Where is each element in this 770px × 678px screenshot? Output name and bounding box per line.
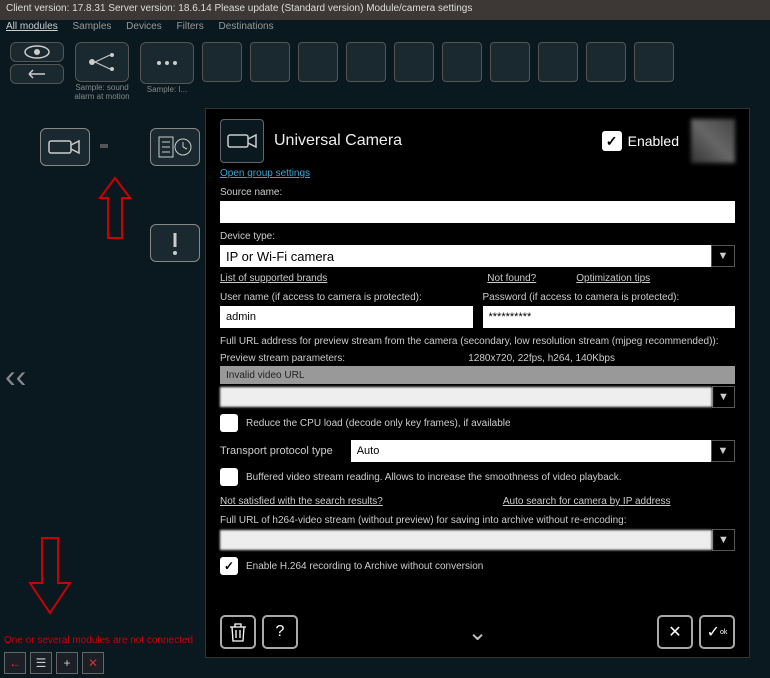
tool-btn-3[interactable]	[202, 42, 242, 82]
chevron-left-icon[interactable]: ‹‹	[5, 358, 26, 395]
menu-devices[interactable]: Devices	[126, 21, 162, 32]
preview-url-input[interactable]	[220, 387, 712, 407]
dialog-camera-icon	[220, 119, 264, 163]
cancel-button[interactable]: ✕	[657, 615, 693, 649]
preview-url-dropdown-icon[interactable]: ▼	[712, 386, 735, 408]
bottom-toolbar: ← ☰ + ✕	[4, 652, 104, 674]
tool-btn-11[interactable]	[586, 42, 626, 82]
menu-samples[interactable]: Samples	[72, 21, 111, 32]
device-type-label: Device type:	[220, 231, 735, 242]
dots-icon[interactable]	[140, 42, 194, 84]
tool-btn-7[interactable]	[394, 42, 434, 82]
not-found-link[interactable]: Not found?	[487, 273, 536, 284]
preview-params-value: 1280x720, 22fps, h264, 140Kbps	[468, 353, 615, 364]
menu-bar: All modules Samples Devices Filters Dest…	[0, 20, 770, 36]
menu-all-modules[interactable]: All modules	[6, 21, 58, 32]
tool-btn-9[interactable]	[490, 42, 530, 82]
device-type-dropdown-icon[interactable]: ▼	[711, 245, 735, 267]
tool-btn-4[interactable]	[250, 42, 290, 82]
password-label: Password (if access to camera is protect…	[483, 292, 736, 303]
source-name-label: Source name:	[220, 187, 735, 198]
enable-h264-label: Enable H.264 recording to Archive withou…	[246, 561, 483, 572]
toolbar: Sample: sound alarm at motion Sample: I.…	[0, 36, 770, 108]
tool-btn-6[interactable]	[346, 42, 386, 82]
connector	[100, 144, 108, 148]
arrow-up-annotation	[90, 168, 140, 248]
tool-label-2: Sample: I...	[147, 86, 187, 95]
auto-search-link[interactable]: Auto search for camera by IP address	[503, 496, 671, 507]
dialog-title: Universal Camera	[274, 132, 602, 150]
title-bar: Client version: 17.8.31 Server version: …	[0, 0, 770, 20]
h264-url-input[interactable]	[220, 530, 712, 550]
arrow-down-annotation	[20, 528, 80, 618]
enabled-checkbox[interactable]: ✓	[602, 131, 622, 151]
tool-btn-5[interactable]	[298, 42, 338, 82]
menu-destinations[interactable]: Destinations	[219, 21, 274, 32]
tool-btn-10[interactable]	[538, 42, 578, 82]
username-label: User name (if access to camera is protec…	[220, 292, 473, 303]
preview-thumbnail	[691, 119, 735, 163]
full-url-label: Full URL address for preview stream from…	[220, 336, 735, 347]
device-type-select[interactable]	[220, 245, 711, 267]
preview-params-label: Preview stream parameters:	[220, 353, 345, 364]
open-group-link[interactable]: Open group settings	[220, 168, 310, 179]
tool-btn-12[interactable]	[634, 42, 674, 82]
camera-icon[interactable]	[40, 128, 90, 166]
clock-checklist-icon[interactable]	[150, 128, 200, 166]
username-input[interactable]	[220, 306, 473, 328]
transport-select[interactable]	[351, 440, 711, 462]
delete-button[interactable]: ✕	[82, 652, 104, 674]
back-button[interactable]: ←	[4, 652, 26, 674]
ok-button[interactable]: ✓ok	[699, 615, 735, 649]
add-button[interactable]: +	[56, 652, 78, 674]
list-brands-link[interactable]: List of supported brands	[220, 273, 327, 284]
optimization-tips-link[interactable]: Optimization tips	[576, 273, 650, 284]
not-satisfied-link[interactable]: Not satisfied with the search results?	[220, 496, 383, 507]
buffered-checkbox[interactable]	[220, 468, 238, 486]
tool-btn-8[interactable]	[442, 42, 482, 82]
alert-icon[interactable]	[150, 224, 200, 262]
transport-dropdown-icon[interactable]: ▼	[711, 440, 735, 462]
back-arrow-icon[interactable]	[10, 64, 64, 84]
password-input[interactable]	[483, 306, 736, 328]
error-message: One or several modules are not connected	[4, 635, 193, 646]
h264-label: Full URL of h264-video stream (without p…	[220, 515, 735, 526]
help-button[interactable]: ?	[262, 615, 298, 649]
network-icon[interactable]	[75, 42, 129, 82]
reduce-cpu-checkbox[interactable]	[220, 414, 238, 432]
trash-button[interactable]	[220, 615, 256, 649]
reduce-cpu-label: Reduce the CPU load (decode only key fra…	[246, 418, 511, 429]
source-name-input[interactable]	[220, 201, 735, 223]
transport-label: Transport protocol type	[220, 445, 333, 457]
tool-label-1: Sample: sound alarm at motion	[72, 84, 132, 102]
eye-icon[interactable]	[10, 42, 64, 62]
list-button[interactable]: ☰	[30, 652, 52, 674]
menu-filters[interactable]: Filters	[177, 21, 204, 32]
left-sidebar-2	[150, 128, 200, 270]
enable-h264-checkbox[interactable]: ✓	[220, 557, 238, 575]
invalid-url-field	[220, 366, 735, 384]
h264-dropdown-icon[interactable]: ▼	[712, 529, 735, 551]
settings-dialog: Universal Camera ✓ Enabled Open group se…	[205, 108, 750, 658]
enabled-label: Enabled	[628, 133, 679, 149]
buffered-label: Buffered video stream reading. Allows to…	[246, 472, 622, 483]
chevron-down-icon[interactable]: ⌄	[467, 618, 487, 647]
main-area: ‹‹ Universal Camera ✓ Enabled Open group…	[0, 108, 770, 668]
